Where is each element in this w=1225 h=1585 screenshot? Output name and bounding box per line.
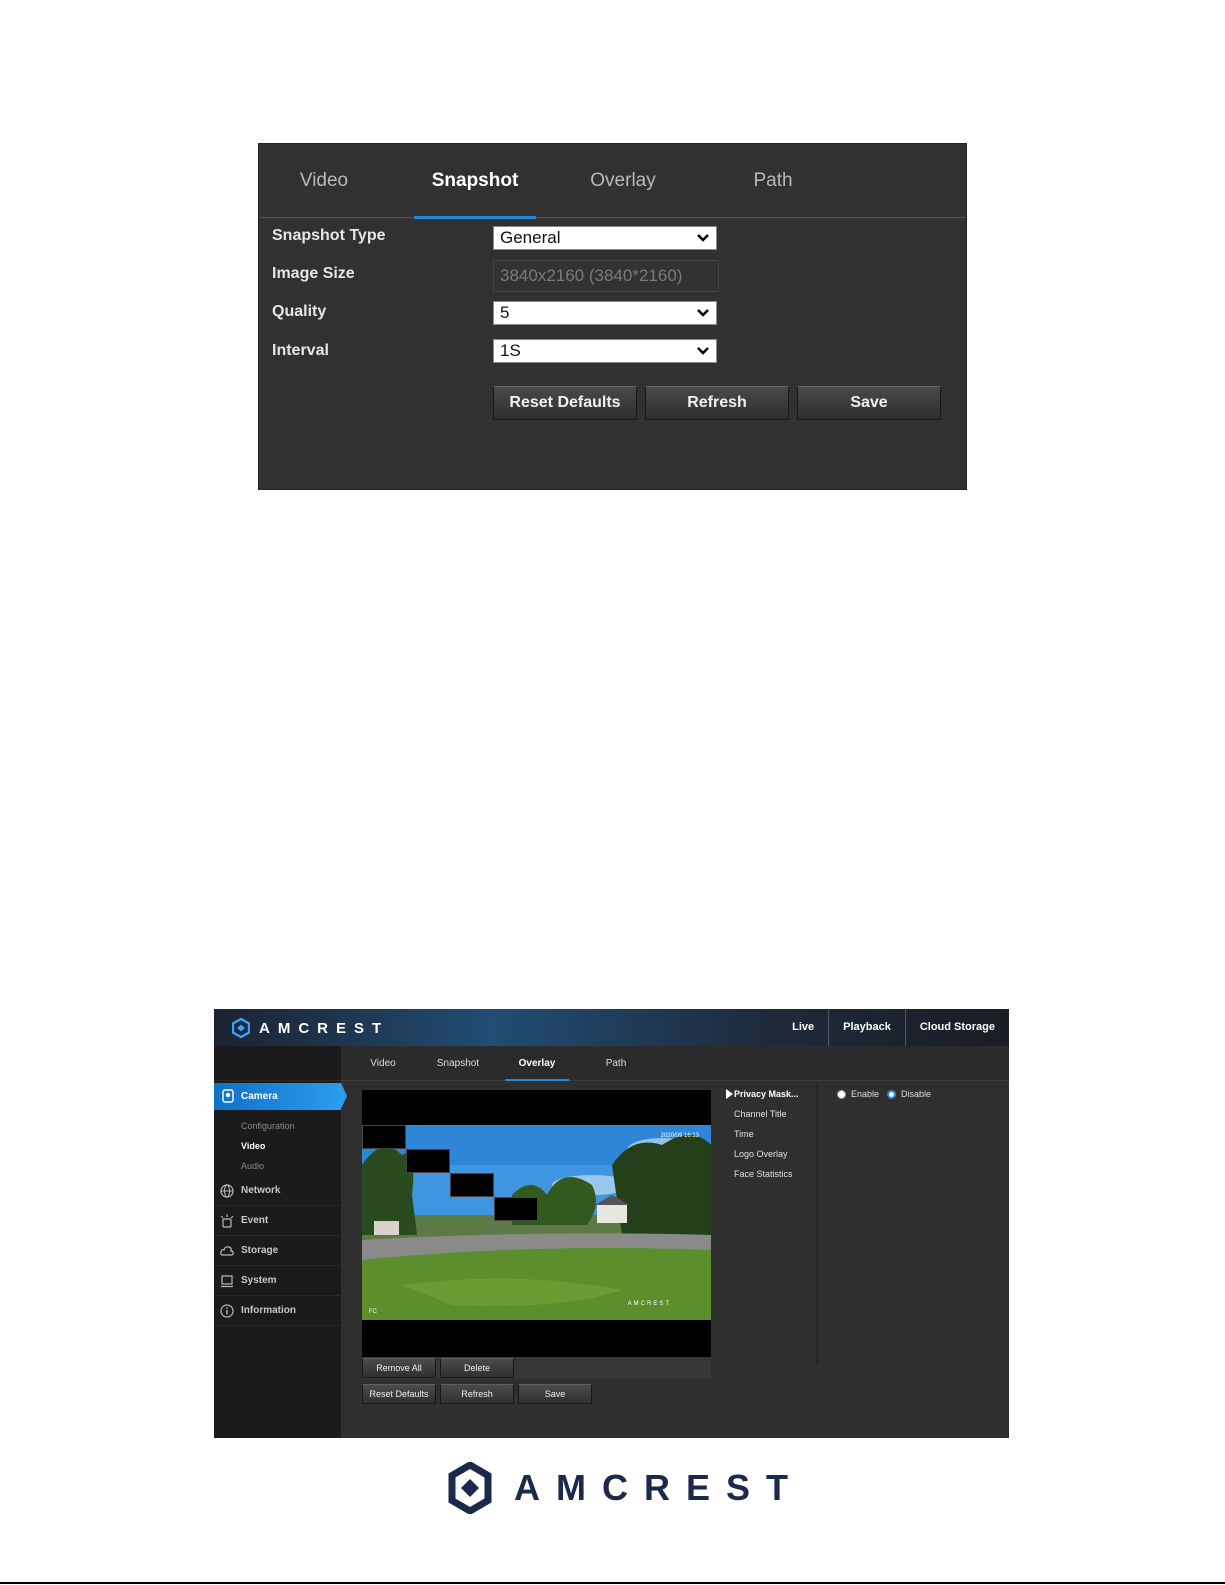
- menu-item-logo-overlay[interactable]: Logo Overlay: [726, 1144, 816, 1164]
- radio-label: Enable: [851, 1089, 880, 1099]
- tab-video[interactable]: Video: [364, 1046, 402, 1081]
- triangle-right-icon: [726, 1089, 733, 1099]
- tab-video[interactable]: Video: [292, 144, 356, 218]
- top-bar: AMCREST Live Playback Cloud Storage: [214, 1009, 1009, 1046]
- save-button[interactable]: Save: [797, 386, 941, 420]
- sidebar-item-system[interactable]: System: [214, 1266, 341, 1296]
- amcrest-logo-icon: [448, 1462, 492, 1514]
- sidebar-item-network[interactable]: Network: [214, 1176, 341, 1206]
- corner-label: FC: [369, 1309, 377, 1315]
- cloud-icon: [220, 1246, 234, 1256]
- image-size-label: Image Size: [272, 265, 355, 282]
- sidebar-sub-configuration[interactable]: Configuration: [214, 1116, 341, 1136]
- privacy-mask-region[interactable]: [362, 1125, 406, 1149]
- tab-path[interactable]: Path: [599, 1046, 633, 1081]
- quality-label: Quality: [272, 303, 327, 320]
- snapshot-type-value: General: [500, 228, 561, 247]
- radio-icon: [887, 1089, 897, 1099]
- amcrest-logo-icon: [232, 1018, 250, 1038]
- interval-select[interactable]: 1S: [493, 339, 717, 363]
- radio-icon: [837, 1089, 846, 1099]
- interval-value: 1S: [500, 341, 521, 360]
- delete-button[interactable]: Delete: [440, 1358, 514, 1378]
- sidebar-item-storage[interactable]: Storage: [214, 1236, 341, 1266]
- menu-item-face-statistics[interactable]: Face Statistics: [726, 1164, 816, 1184]
- menu-item-privacy-mask[interactable]: Privacy Mask...: [726, 1084, 816, 1104]
- overlay-settings-window: AMCREST Live Playback Cloud Storage Came…: [214, 1009, 1009, 1438]
- radio-label: Disable: [901, 1089, 932, 1099]
- reset-defaults-button[interactable]: Reset Defaults: [493, 386, 637, 420]
- monitor-icon: [221, 1275, 233, 1288]
- reset-defaults-button[interactable]: Reset Defaults: [362, 1384, 436, 1404]
- refresh-button[interactable]: Refresh: [645, 386, 789, 420]
- tab-snapshot[interactable]: Snapshot: [434, 1046, 482, 1081]
- chevron-down-icon: [697, 234, 709, 242]
- sidebar-item-label: Storage: [241, 1245, 279, 1256]
- brand-name: AMCREST: [259, 1019, 390, 1037]
- sidebar-item-camera[interactable]: Camera: [214, 1083, 347, 1110]
- quality-select[interactable]: 5: [493, 301, 717, 325]
- tab-overlay[interactable]: Overlay: [505, 1046, 569, 1081]
- sidebar-item-label: Information: [241, 1305, 296, 1316]
- menu-item-channel-title[interactable]: Channel Title: [726, 1104, 816, 1124]
- tab-bar: Video Snapshot Overlay Path: [259, 144, 966, 219]
- watermark-overlay: AMCREST: [627, 1301, 671, 1307]
- video-preview[interactable]: 2020/09 16:13 AMCREST FC: [362, 1090, 711, 1357]
- overlay-menu: Privacy Mask... Channel Title Time Logo …: [726, 1084, 818, 1364]
- menu-item-label: Privacy Mask...: [734, 1089, 799, 1099]
- info-icon: [220, 1304, 234, 1318]
- brand-logo: AMCREST: [232, 1018, 389, 1038]
- tab-overlay[interactable]: Overlay: [585, 144, 661, 218]
- image-size-field: 3840x2160 (3840*2160): [493, 260, 719, 292]
- snapshot-type-label: Snapshot Type: [272, 227, 386, 244]
- interval-label: Interval: [272, 342, 329, 359]
- sidebar-sub-audio[interactable]: Audio: [214, 1156, 341, 1176]
- globe-icon: [220, 1184, 234, 1198]
- sidebar: Camera Configuration Video Audio Network…: [214, 1046, 347, 1438]
- footer-brand-name: AMCREST: [514, 1467, 804, 1508]
- nav-playback[interactable]: Playback: [828, 1009, 905, 1046]
- sidebar-item-label: Camera: [241, 1091, 278, 1102]
- enable-radio[interactable]: Enable: [837, 1089, 879, 1099]
- nav-cloud-storage[interactable]: Cloud Storage: [904, 1009, 1009, 1046]
- timestamp-overlay: 2020/09 16:13: [660, 1133, 699, 1139]
- save-button[interactable]: Save: [518, 1384, 592, 1404]
- privacy-mask-region[interactable]: [406, 1149, 450, 1173]
- nav-live[interactable]: Live: [778, 1009, 828, 1046]
- snapshot-settings-panel: Video Snapshot Overlay Path Snapshot Typ…: [258, 143, 967, 490]
- chevron-down-icon: [697, 309, 709, 317]
- tab-snapshot[interactable]: Snapshot: [414, 144, 536, 219]
- refresh-button[interactable]: Refresh: [440, 1384, 514, 1404]
- sidebar-item-event[interactable]: Event: [214, 1206, 341, 1236]
- alarm-icon: [220, 1214, 234, 1228]
- chevron-down-icon: [697, 347, 709, 355]
- disable-radio[interactable]: Disable: [887, 1089, 931, 1099]
- sidebar-item-label: Event: [241, 1215, 269, 1226]
- camera-icon: [222, 1089, 234, 1103]
- privacy-mask-region[interactable]: [494, 1197, 538, 1221]
- sidebar-sub-video[interactable]: Video: [214, 1136, 341, 1156]
- remove-all-button[interactable]: Remove All: [362, 1358, 436, 1378]
- sub-tab-bar: Video Snapshot Overlay Path: [341, 1046, 1009, 1081]
- sidebar-item-label: Network: [241, 1185, 281, 1196]
- tab-path[interactable]: Path: [746, 144, 800, 218]
- menu-item-time[interactable]: Time: [726, 1124, 816, 1144]
- privacy-mask-radio-group: Enable Disable: [837, 1089, 939, 1099]
- page-divider: [0, 1582, 1225, 1584]
- footer-logo: AMCREST: [448, 1462, 804, 1514]
- top-nav: Live Playback Cloud Storage: [778, 1009, 1009, 1046]
- sidebar-item-label: System: [241, 1275, 277, 1286]
- snapshot-type-select[interactable]: General: [493, 226, 717, 250]
- privacy-mask-region[interactable]: [450, 1173, 494, 1197]
- sidebar-item-information[interactable]: Information: [214, 1296, 341, 1326]
- quality-value: 5: [500, 303, 510, 322]
